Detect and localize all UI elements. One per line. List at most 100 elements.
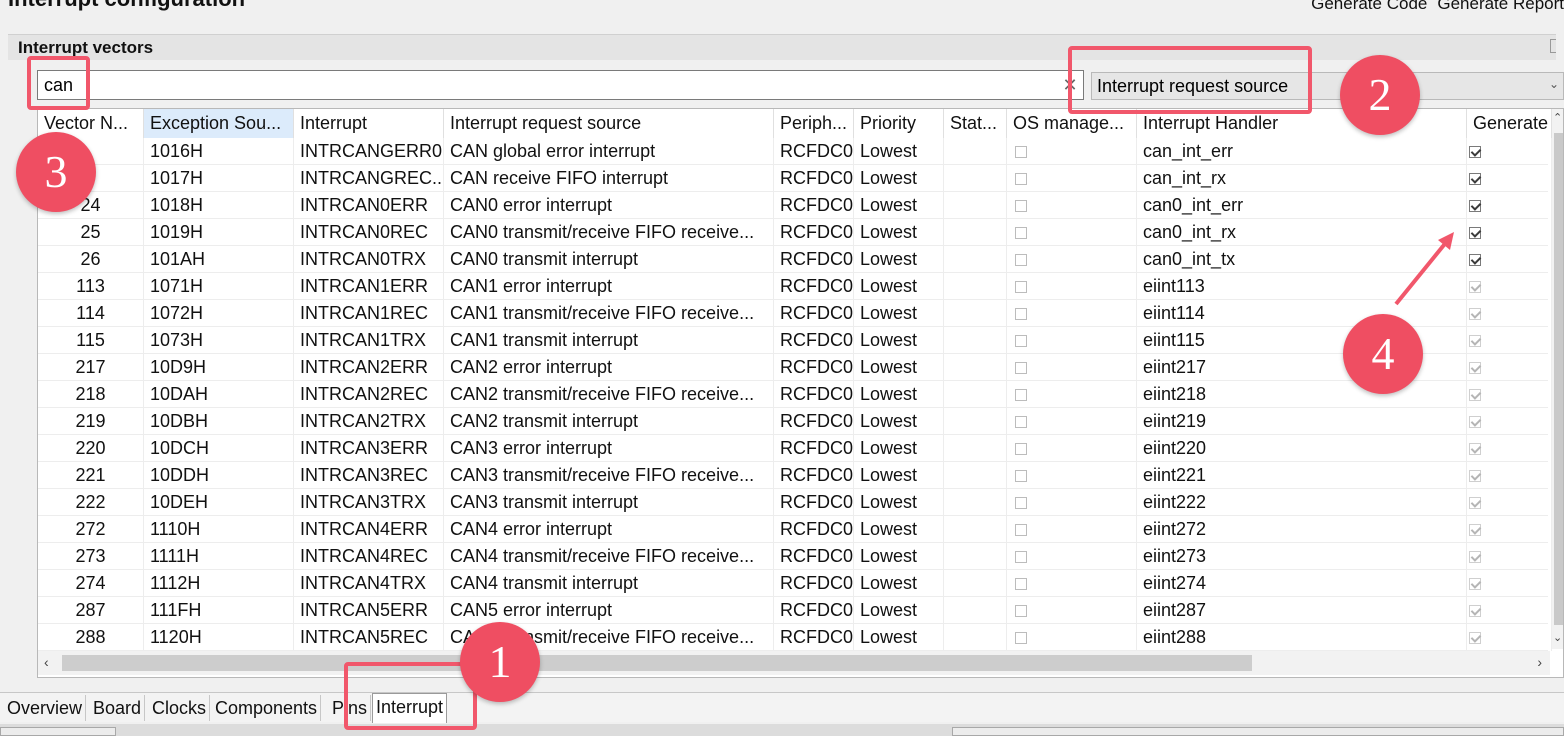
os-managed-checkbox[interactable] (1015, 416, 1027, 428)
cell-os-managed (1007, 489, 1137, 516)
generate-checkbox[interactable] (1469, 605, 1481, 617)
badge-1: 1 (460, 622, 540, 702)
table-row[interactable]: 1017H INTRCANGREC... CAN receive FIFO inte… (38, 165, 1552, 192)
badge-3: 3 (16, 132, 96, 212)
table-row[interactable]: 218 10DAH INTRCAN2REC CAN2 transmit/receive… (38, 381, 1552, 408)
generate-checkbox[interactable] (1469, 389, 1481, 401)
generate-checkbox[interactable] (1469, 227, 1481, 239)
col-status[interactable]: Stat... (944, 109, 1007, 138)
cell-interrupt: INTRCAN5REC (294, 624, 444, 651)
os-managed-checkbox[interactable] (1015, 389, 1027, 401)
os-managed-checkbox[interactable] (1015, 254, 1027, 266)
os-managed-checkbox[interactable] (1015, 173, 1027, 185)
horizontal-scrollbar[interactable]: ‹ › (38, 651, 1550, 675)
os-managed-checkbox[interactable] (1015, 227, 1027, 239)
vertical-scrollbar[interactable]: ⌃ ⌄ (1552, 109, 1563, 649)
generate-checkbox[interactable] (1469, 173, 1481, 185)
col-exception-source[interactable]: Exception Sou... (144, 109, 294, 138)
table-row[interactable]: 288 1120H INTRCAN5REC CAN5 transmit/receive… (38, 624, 1552, 651)
table-row[interactable]: 26 101AH INTRCAN0TRX CAN0 transmit interrup… (38, 246, 1552, 273)
os-managed-checkbox[interactable] (1015, 146, 1027, 158)
cell-os-managed (1007, 516, 1137, 543)
cell-interrupt: INTRCAN5ERR (294, 597, 444, 624)
chevron-down-icon[interactable]: ⌄ (1549, 77, 1561, 91)
table-row[interactable]: 219 10DBH INTRCAN2TRX CAN2 transmit interru… (38, 408, 1552, 435)
cell-os-managed (1007, 138, 1137, 165)
table-row[interactable]: 274 1112H INTRCAN4TRX CAN4 transmit interru… (38, 570, 1552, 597)
cell-status (944, 192, 1007, 219)
table-row[interactable]: 217 10D9H INTRCAN2ERR CAN2 error interrupt R… (38, 354, 1552, 381)
generate-checkbox[interactable] (1469, 632, 1481, 644)
generate-checkbox[interactable] (1469, 470, 1481, 482)
generate-checkbox[interactable] (1469, 146, 1481, 158)
os-managed-checkbox[interactable] (1015, 443, 1027, 455)
table-row[interactable]: 221 10DDH INTRCAN3REC CAN3 transmit/receive… (38, 462, 1552, 489)
table-row[interactable]: 272 1110H INTRCAN4ERR CAN4 error interrupt R… (38, 516, 1552, 543)
generate-checkbox[interactable] (1469, 416, 1481, 428)
generate-checkbox[interactable] (1469, 497, 1481, 509)
table-row[interactable]: 113 1071H INTRCAN1ERR CAN1 error interrupt R… (38, 273, 1552, 300)
horizontal-scroll-thumb[interactable] (62, 655, 1252, 671)
generate-checkbox[interactable] (1469, 308, 1481, 320)
os-managed-checkbox[interactable] (1015, 524, 1027, 536)
os-managed-checkbox[interactable] (1015, 470, 1027, 482)
table-row[interactable]: 1016H INTRCANGERR0 CAN global error interr… (38, 138, 1552, 165)
table-row[interactable]: 273 1111H INTRCAN4REC CAN4 transmit/receive… (38, 543, 1552, 570)
tab-clocks[interactable]: Clocks (149, 695, 211, 721)
scroll-up-icon[interactable]: ⌃ (1553, 111, 1562, 124)
generate-checkbox[interactable] (1469, 578, 1481, 590)
generate-checkbox[interactable] (1469, 254, 1481, 266)
table-row[interactable]: 25 1019H INTRCAN0REC CAN0 transmit/receive … (38, 219, 1552, 246)
scroll-down-icon[interactable]: ⌄ (1553, 631, 1562, 644)
os-managed-checkbox[interactable] (1015, 578, 1027, 590)
scroll-right-icon[interactable]: › (1537, 654, 1542, 670)
cell-status (944, 516, 1007, 543)
os-managed-checkbox[interactable] (1015, 605, 1027, 617)
cell-peripheral: RCFDC0 (774, 516, 854, 543)
tab-components[interactable]: Components (212, 695, 322, 721)
cell-request-source: CAN3 transmit/receive FIFO receive... (444, 462, 774, 489)
generate-checkbox[interactable] (1469, 443, 1481, 455)
generate-checkbox[interactable] (1469, 335, 1481, 347)
os-managed-checkbox[interactable] (1015, 281, 1027, 293)
generate-report-button[interactable]: Generate Report (1437, 0, 1564, 14)
generate-checkbox[interactable] (1469, 281, 1481, 293)
col-generate[interactable]: Generate (1467, 109, 1552, 138)
cell-exception-source: 10D9H (144, 354, 294, 381)
generate-checkbox[interactable] (1469, 362, 1481, 374)
col-request-source[interactable]: Interrupt request source (444, 109, 774, 138)
col-priority[interactable]: Priority (854, 109, 944, 138)
generate-code-button[interactable]: Generate Code (1311, 0, 1427, 14)
os-managed-checkbox[interactable] (1015, 200, 1027, 212)
vertical-scroll-thumb[interactable] (1554, 133, 1563, 625)
os-managed-checkbox[interactable] (1015, 362, 1027, 374)
filter-field[interactable]: ✕ (37, 70, 1084, 100)
cell-request-source: CAN0 error interrupt (444, 192, 774, 219)
tab-board[interactable]: Board (90, 695, 146, 721)
cell-interrupt-handler: eiint287 (1137, 597, 1467, 624)
minimize-icon[interactable] (1550, 39, 1556, 53)
scroll-left-icon[interactable]: ‹ (44, 654, 49, 670)
generate-checkbox[interactable] (1469, 551, 1481, 563)
generate-checkbox[interactable] (1469, 524, 1481, 536)
tab-overview[interactable]: Overview (4, 695, 87, 721)
table-row[interactable]: 287 111FH INTRCAN5ERR CAN5 error interrupt R… (38, 597, 1552, 624)
cell-peripheral: RCFDC0 (774, 219, 854, 246)
filter-input[interactable] (44, 75, 1044, 96)
table-row[interactable]: 222 10DEH INTRCAN3TRX CAN3 transmit interru… (38, 489, 1552, 516)
os-managed-checkbox[interactable] (1015, 308, 1027, 320)
col-interrupt[interactable]: Interrupt (294, 109, 444, 138)
table-row[interactable]: 115 1073H INTRCAN1TRX CAN1 transmit interru… (38, 327, 1552, 354)
table-row[interactable]: 114 1072H INTRCAN1REC CAN1 transmit/receive… (38, 300, 1552, 327)
cell-generate (1467, 462, 1552, 489)
table-row[interactable]: 220 10DCH INTRCAN3ERR CAN3 error interrupt R… (38, 435, 1552, 462)
os-managed-checkbox[interactable] (1015, 335, 1027, 347)
os-managed-checkbox[interactable] (1015, 551, 1027, 563)
cell-vector-number: 222 (38, 489, 144, 516)
col-peripheral[interactable]: Periph... (774, 109, 854, 138)
cell-interrupt: INTRCAN3TRX (294, 489, 444, 516)
generate-checkbox[interactable] (1469, 200, 1481, 212)
table-row[interactable]: 24 1018H INTRCAN0ERR CAN0 error interrupt RC… (38, 192, 1552, 219)
os-managed-checkbox[interactable] (1015, 497, 1027, 509)
os-managed-checkbox[interactable] (1015, 632, 1027, 644)
